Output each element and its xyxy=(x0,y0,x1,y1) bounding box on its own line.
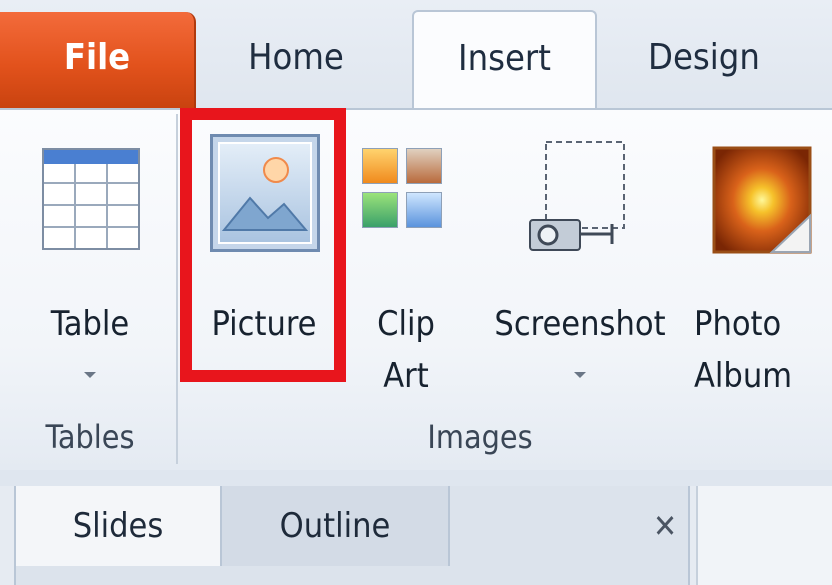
ribbon-tab-bar: File Home Insert Design xyxy=(0,0,832,112)
clip-art-label-line2: Art xyxy=(383,356,429,396)
tab-outline[interactable]: Outline xyxy=(222,486,450,566)
group-label-images: Images xyxy=(427,418,533,456)
photo-album-button[interactable]: Photo Album xyxy=(690,118,832,408)
picture-highlight-box xyxy=(180,108,346,382)
screenshot-button-label: Screenshot xyxy=(494,304,666,344)
tab-slides[interactable]: Slides xyxy=(16,486,222,566)
photo-album-label-line2: Album xyxy=(694,356,793,396)
insert-ribbon: Table Tables Picture Clip Art Screenshot… xyxy=(0,108,832,470)
photo-album-icon xyxy=(712,146,812,254)
clip-art-icon xyxy=(362,148,446,232)
close-icon[interactable]: ✕ xyxy=(640,496,690,556)
table-button-label: Table xyxy=(50,304,130,344)
tab-home[interactable]: Home xyxy=(215,12,377,110)
pane-tab-strip: Slides Outline ✕ xyxy=(14,486,690,585)
slide-editing-area xyxy=(696,486,832,585)
tab-design[interactable]: Design xyxy=(630,12,790,110)
chevron-down-icon xyxy=(574,372,586,378)
group-divider xyxy=(176,114,178,464)
screenshot-icon xyxy=(529,141,625,251)
photo-album-label-line1: Photo xyxy=(694,304,782,344)
clip-art-label-line1: Clip xyxy=(377,304,435,344)
table-icon xyxy=(42,148,140,250)
slides-outline-pane: Slides Outline ✕ xyxy=(0,486,832,585)
group-label-tables: Tables xyxy=(45,418,135,456)
chevron-down-icon xyxy=(84,372,96,378)
tab-insert[interactable]: Insert xyxy=(412,10,597,112)
clip-art-button[interactable]: Clip Art xyxy=(356,118,456,408)
tab-file[interactable]: File xyxy=(0,12,196,110)
screenshot-button[interactable]: Screenshot xyxy=(480,118,680,408)
table-button[interactable]: Table xyxy=(10,118,170,408)
